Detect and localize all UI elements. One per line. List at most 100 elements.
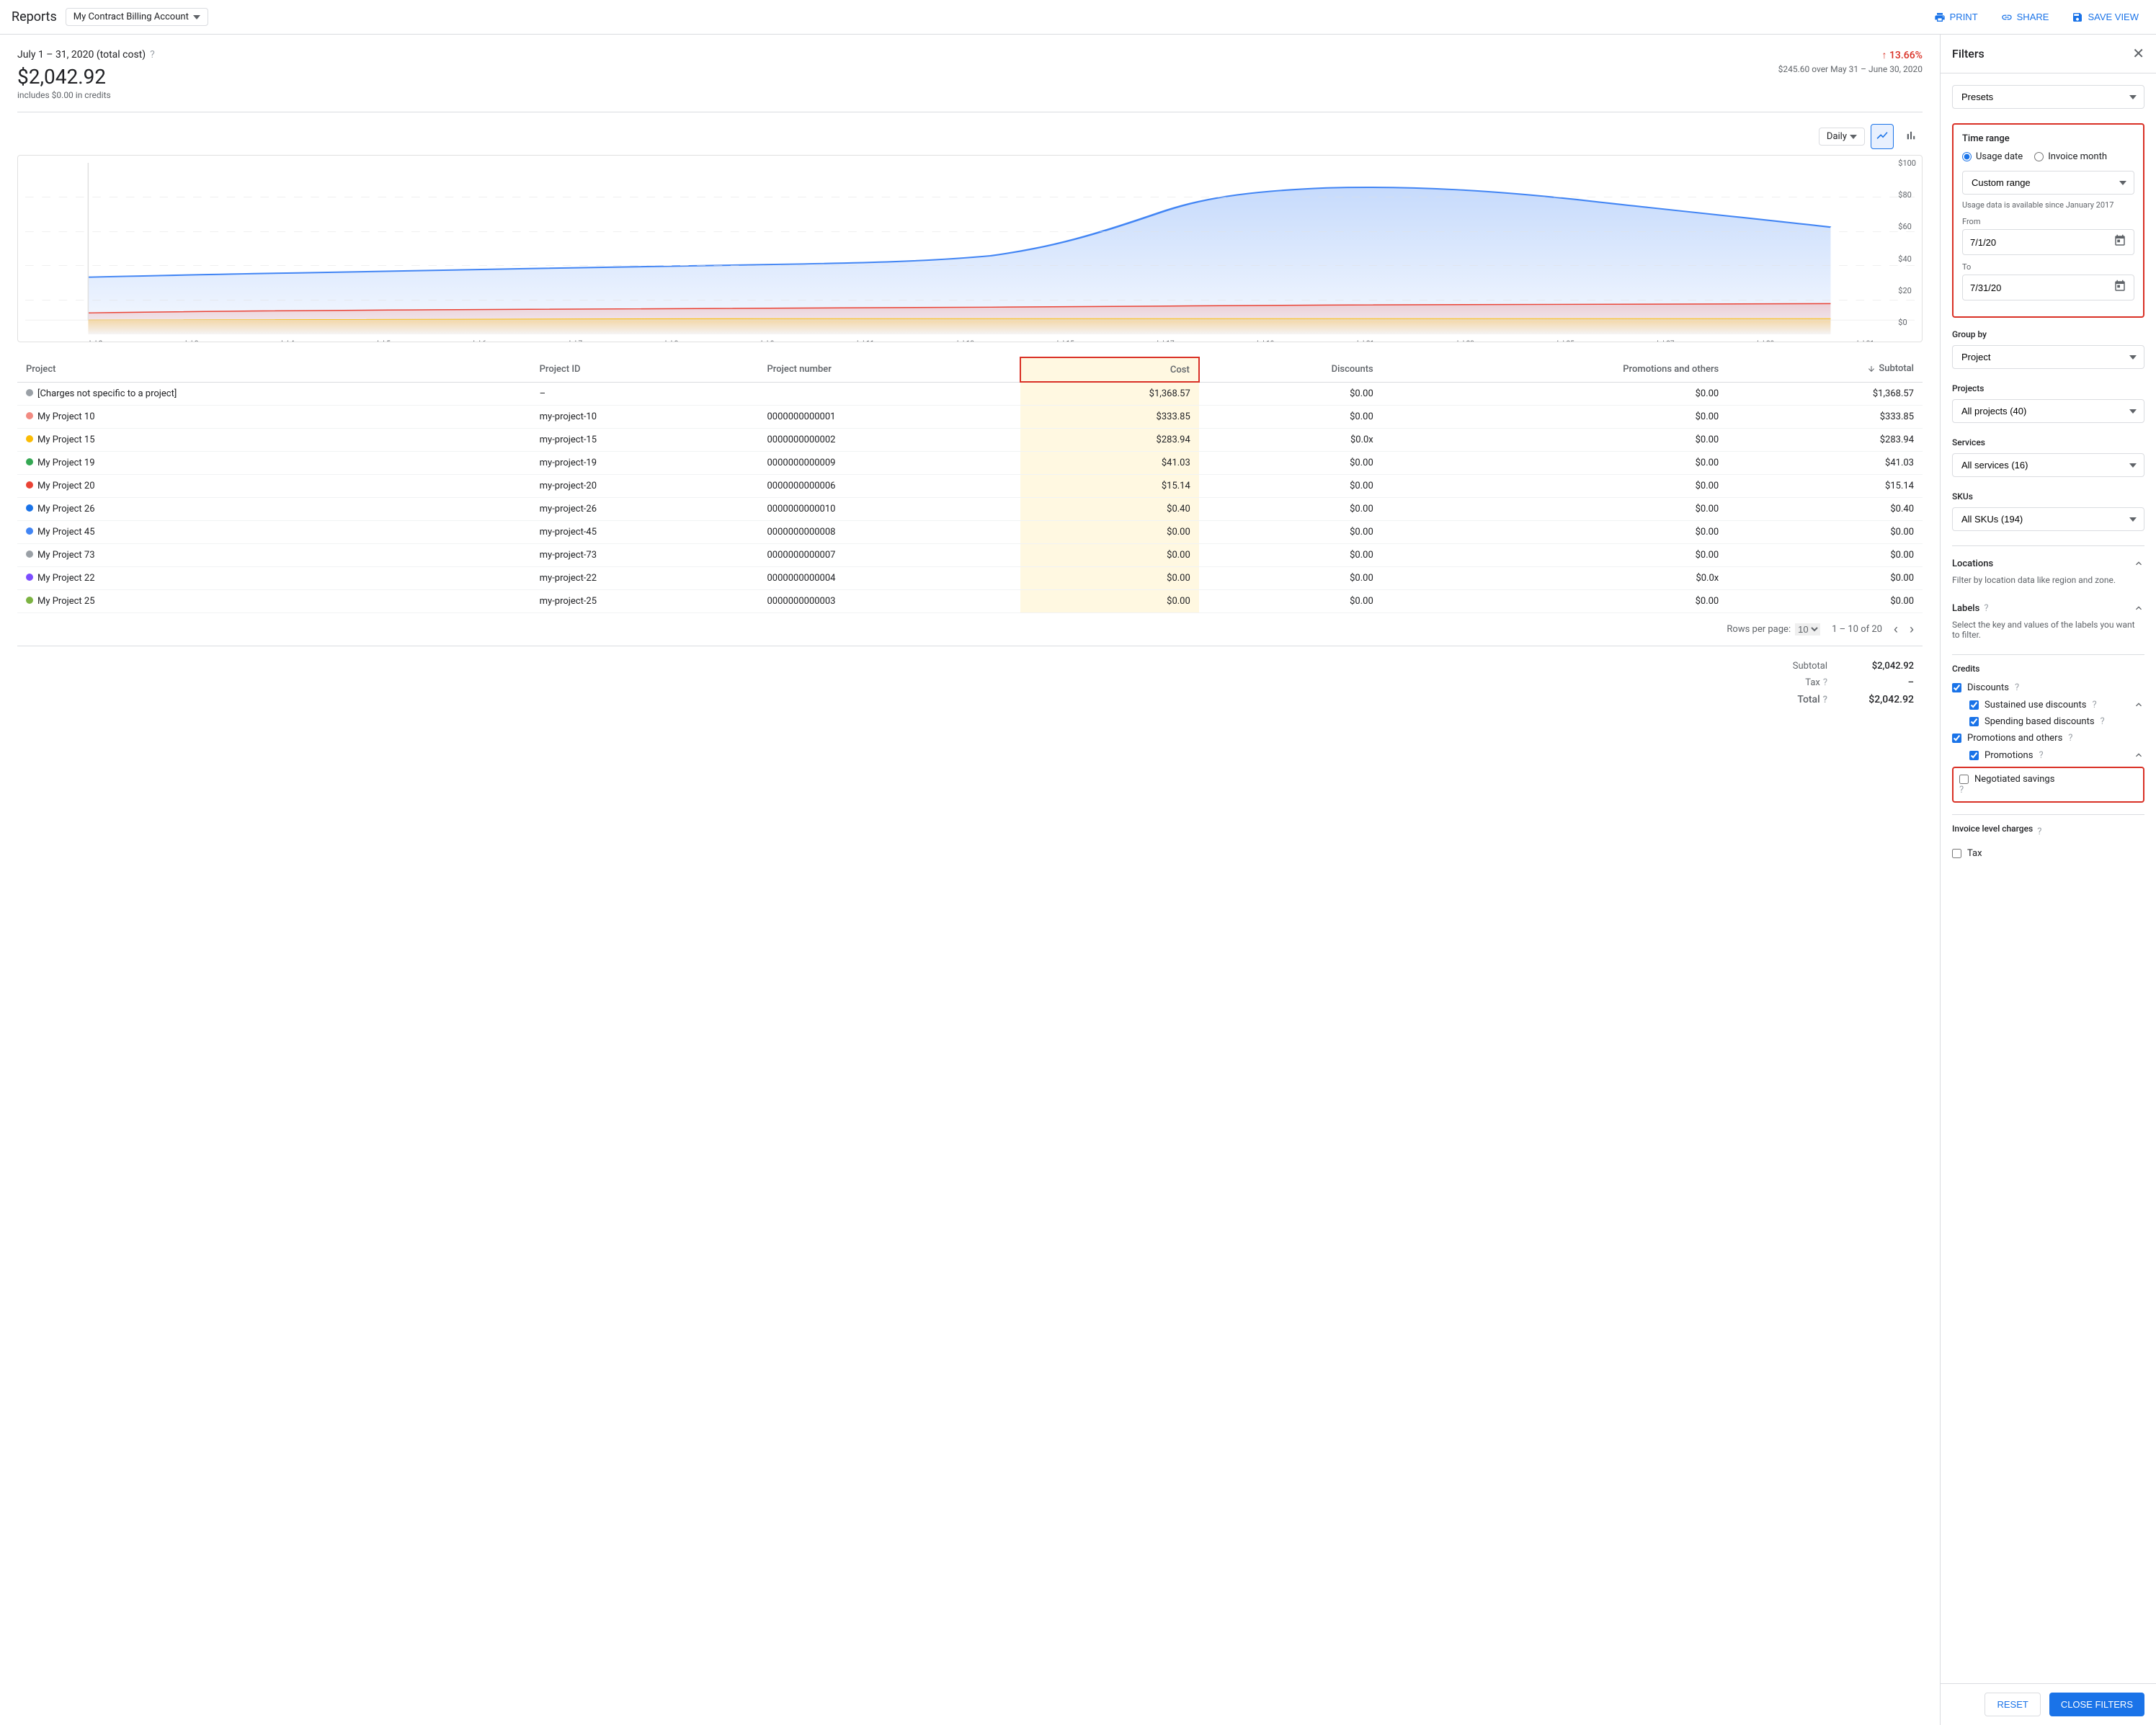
promotions-others-checkbox-label[interactable]: Promotions and others [1952, 733, 2062, 744]
cell-promotions: $0.00 [1382, 590, 1727, 613]
cell-cost: $1,368.57 [1020, 382, 1199, 406]
presets-group: Presets [1952, 85, 2144, 109]
promotions-others-help-icon[interactable]: ? [2068, 733, 2072, 744]
tax-help-icon[interactable]: ? [1823, 677, 1827, 688]
cell-promotions: $0.00 [1382, 429, 1727, 452]
promotions-help-icon[interactable]: ? [2039, 750, 2043, 761]
reset-button[interactable]: RESET [1984, 1693, 2040, 1716]
group-by-select[interactable]: Project [1952, 345, 2144, 369]
labels-help-icon[interactable]: ? [1984, 603, 1988, 614]
promotions-checkbox-label[interactable]: Promotions [1969, 750, 2033, 761]
rows-per-page-select[interactable]: 10 25 50 [1795, 623, 1820, 636]
filters-close-button[interactable]: ✕ [2132, 45, 2144, 63]
cell-project-number: 0000000000007 [759, 544, 1020, 567]
cell-subtotal: $1,368.57 [1727, 382, 1923, 406]
cell-project-number: 0000000000004 [759, 567, 1020, 590]
labels-header[interactable]: Labels ? [1952, 599, 2144, 617]
to-calendar-icon[interactable] [2113, 280, 2126, 295]
invoice-month-radio-label[interactable]: Invoice month [2034, 151, 2107, 162]
next-page-button[interactable]: › [1910, 622, 1914, 637]
content-area: July 1 – 31, 2020 (total cost) ? $2,042.… [0, 35, 1940, 1725]
usage-date-radio-label[interactable]: Usage date [1962, 151, 2023, 162]
table-row: My Project 73 my-project-73 000000000000… [17, 544, 1923, 567]
group-by-label: Group by [1952, 329, 2144, 339]
discounts-help-icon[interactable]: ? [2015, 682, 2019, 693]
cell-discounts: $0.00 [1199, 544, 1382, 567]
total-help-icon[interactable]: ? [1823, 695, 1827, 705]
skus-select[interactable]: All SKUs (194) [1952, 507, 2144, 531]
spending-based-checkbox[interactable] [1969, 717, 1979, 726]
print-button[interactable]: PRINT [1928, 7, 1984, 27]
table-row: My Project 20 my-project-20 000000000000… [17, 475, 1923, 498]
chart-x-axis: Jul 2 Jul 3 Jul 4 Jul 5 Jul 6 Jul 7 Jul … [25, 337, 1915, 342]
account-name: My Contract Billing Account [74, 12, 189, 22]
promotions-checkbox[interactable] [1969, 751, 1979, 760]
cell-project-id: my-project-45 [531, 521, 759, 544]
discounts-checkbox[interactable] [1952, 683, 1961, 692]
promotions-others-checkbox[interactable] [1952, 734, 1961, 743]
services-select[interactable]: All services (16) [1952, 453, 2144, 477]
range-type-select[interactable]: Custom range [1962, 171, 2134, 195]
chart-section: Daily $100 $80 $60 $40 $20 $0 [17, 124, 1923, 342]
sustained-use-help-icon[interactable]: ? [2092, 700, 2096, 710]
prev-page-button[interactable]: ‹ [1894, 622, 1898, 637]
granularity-selector[interactable]: Daily [1819, 128, 1865, 146]
tax-checkbox-label[interactable]: Tax [1952, 848, 1982, 859]
chevron-down-icon [193, 15, 200, 19]
save-view-button[interactable]: SAVE VIEW [2066, 7, 2144, 27]
filters-footer: RESET CLOSE FILTERS [1941, 1683, 2156, 1725]
sustained-use-expand-icon[interactable] [2133, 699, 2144, 710]
from-calendar-icon[interactable] [2113, 234, 2126, 250]
from-date-input-wrapper [1962, 229, 2134, 255]
cell-project-number: 0000000000001 [759, 406, 1020, 429]
cell-project: My Project 73 [17, 544, 531, 567]
promotions-others-item: Promotions and others ? [1952, 730, 2144, 746]
col-cost[interactable]: Cost [1020, 357, 1199, 382]
discounts-checkbox-label[interactable]: Discounts [1952, 682, 2009, 693]
from-date-input[interactable] [1970, 237, 2113, 248]
summary-help-icon[interactable]: ? [150, 49, 155, 61]
cell-project-id: my-project-22 [531, 567, 759, 590]
locations-header[interactable]: Locations [1952, 555, 2144, 572]
invoice-month-radio[interactable] [2034, 152, 2044, 161]
tax-row: Tax ? – [26, 674, 1914, 691]
tax-checkbox[interactable] [1952, 849, 1961, 858]
col-subtotal: Subtotal [1727, 357, 1923, 382]
share-button[interactable]: SHARE [1995, 7, 2055, 27]
close-filters-button[interactable]: CLOSE FILTERS [2049, 1693, 2144, 1716]
sustained-use-checkbox-label[interactable]: Sustained use discounts [1969, 700, 2086, 710]
cell-project-number: 0000000000003 [759, 590, 1020, 613]
cell-cost: $0.00 [1020, 567, 1199, 590]
negotiated-savings-checkbox-label[interactable]: Negotiated savings [1959, 774, 2137, 785]
account-selector[interactable]: My Contract Billing Account [66, 8, 208, 26]
cell-promotions: $0.00 [1382, 521, 1727, 544]
line-chart-button[interactable] [1871, 124, 1894, 149]
save-icon [2072, 12, 2083, 23]
presets-select[interactable]: Presets [1952, 85, 2144, 109]
project-dot [26, 574, 33, 581]
negotiated-savings-checkbox[interactable] [1959, 775, 1969, 784]
invoice-level-charges-help-icon[interactable]: ? [2037, 826, 2041, 837]
project-dot [26, 389, 33, 396]
negotiated-savings-help-icon[interactable]: ? [1959, 785, 1964, 795]
to-date-input[interactable] [1970, 282, 2113, 293]
cell-project-id: – [531, 382, 759, 406]
cell-cost: $41.03 [1020, 452, 1199, 475]
projects-select[interactable]: All projects (40) [1952, 399, 2144, 423]
usage-date-radio[interactable] [1962, 152, 1972, 161]
filters-header: Filters ✕ [1941, 35, 2156, 73]
bar-chart-icon [1905, 129, 1917, 142]
projects-group: Projects All projects (40) [1952, 383, 2144, 423]
to-date-input-wrapper [1962, 275, 2134, 300]
spending-based-checkbox-label[interactable]: Spending based discounts [1969, 716, 2095, 727]
table-section: Project Project ID Project number Cost D… [17, 357, 1923, 720]
project-dot [26, 551, 33, 558]
labels-group: Labels ? Select the key and values of th… [1952, 599, 2144, 640]
bar-chart-button[interactable] [1899, 124, 1923, 149]
promotions-collapse-icon[interactable] [2133, 749, 2144, 761]
time-range-label: Time range [1962, 133, 2134, 144]
spending-based-help-icon[interactable]: ? [2101, 716, 2105, 727]
time-range-box: Time range Usage date Invoice month Cust… [1952, 123, 2144, 318]
cell-subtotal: $333.85 [1727, 406, 1923, 429]
sustained-use-checkbox[interactable] [1969, 700, 1979, 710]
